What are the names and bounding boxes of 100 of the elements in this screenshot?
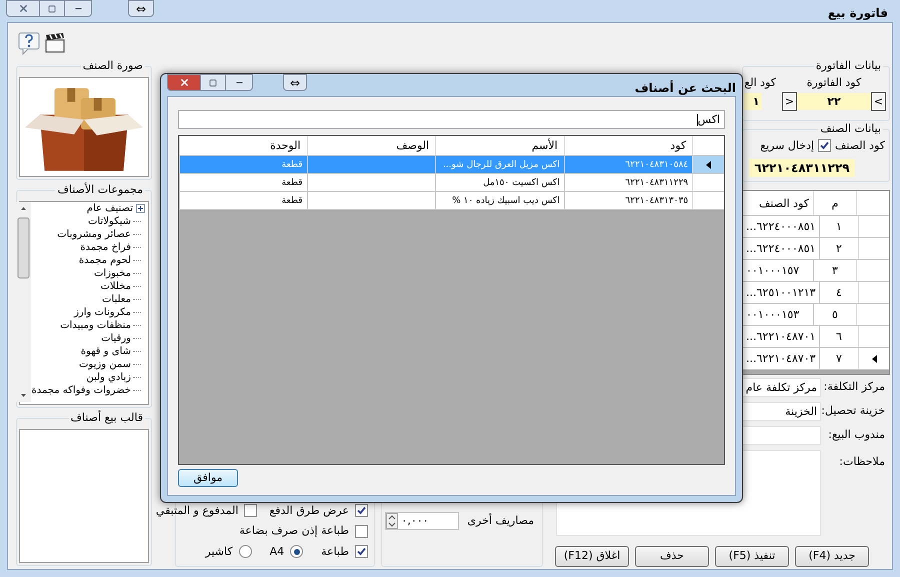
table-cell-text: ٦٢٢٤٠٠٠٨٥١...: [745, 219, 817, 236]
action-button[interactable]: تنفيذ (F5): [715, 546, 789, 567]
radio-label: A4: [270, 544, 284, 560]
maximize-button[interactable]: [40, 0, 64, 17]
checkbox-label: إدخال سريع: [760, 138, 814, 154]
tree-item[interactable]: لحوم مجمدة: [78, 254, 133, 267]
spinner-icon[interactable]: [386, 513, 398, 529]
close-button[interactable]: [6, 0, 40, 17]
result-row[interactable]: ٦٢٢١٠٤٨٣١١٢٢٩ اكس اكسيت ١٥٠مل قطعة: [179, 174, 724, 192]
scrollbar[interactable]: [16, 202, 32, 402]
table-cell: ٣: [813, 260, 856, 282]
column-header[interactable]: كود الصنف: [743, 191, 813, 216]
close-icon: [178, 77, 190, 88]
action-button[interactable]: اغلاق (F12): [555, 546, 629, 567]
tree-item[interactable]: مخللات: [100, 280, 133, 293]
maximize-button[interactable]: [201, 74, 225, 91]
table-cell-text: ٠٠١٠٠٠١٥٧: [745, 263, 800, 280]
number-field[interactable]: ٠,٠٠٠: [385, 512, 460, 530]
table-cell: ٦٢٢١٠٤٨٣١١٢٢٩: [564, 174, 692, 191]
checkbox-label: طباعة: [321, 544, 349, 560]
tree-item[interactable]: سمن وزيوت: [79, 358, 133, 371]
invoice-code-field[interactable]: ٢٢: [797, 93, 871, 110]
next-button[interactable]: >: [871, 92, 886, 111]
field-label: كود الع: [744, 75, 776, 91]
table-cell-text: ٦٢٥١٠٠١٢١٣...: [745, 285, 817, 302]
tree-item[interactable]: فراخ مجمدة: [80, 241, 133, 254]
maximize-icon: [48, 4, 56, 12]
checkbox-label: عرض طرق الدفع: [269, 502, 349, 519]
table-cell: ٥: [813, 304, 856, 326]
minimize-button[interactable]: [64, 0, 92, 17]
table-cell: ٢: [818, 238, 858, 260]
table-cell-text: ٦٢٢١٠٤٨٧٠٣...: [745, 351, 817, 368]
radio-label: كاشير: [205, 544, 233, 560]
tree-item[interactable]: مخبوزات: [94, 267, 133, 280]
field-label: مركز التكلفة:: [822, 379, 886, 396]
field-label: خزينة تحصيل:: [821, 403, 886, 420]
table-cell: ٦٢٢١٠٤٨٣١٠٥٨٤: [564, 156, 692, 173]
tree-item[interactable]: مكرونات وارز: [74, 306, 133, 319]
swap-button[interactable]: ⇔: [128, 0, 154, 17]
expand-icon[interactable]: [136, 204, 145, 213]
action-button[interactable]: جديد (F4): [795, 546, 869, 567]
table-cell-text: ٦٢٢٤٠٠٠٨٥١...: [745, 241, 817, 258]
column-header[interactable]: م: [813, 191, 856, 216]
checkbox[interactable]: [355, 545, 368, 558]
previous-button[interactable]: <: [782, 92, 797, 111]
clapperboard-icon[interactable]: [44, 32, 66, 54]
result-row[interactable]: ٦٢٢١٠٤٨٣١٣٠٣٥ اكس ديب اسبيك زياده ١٠ % قطعة: [179, 192, 724, 210]
tree-item[interactable]: منظفات ومبيدات: [60, 319, 133, 332]
action-button[interactable]: حذف: [635, 546, 709, 567]
field-label: ملاحظات:: [838, 454, 886, 470]
table-cell-text: ٦٢٢١٠٤٨٧٠١...: [745, 329, 817, 346]
ok-button[interactable]: موافق: [178, 469, 238, 487]
group-title: صورة الصنف: [80, 59, 145, 73]
checkbox-label: طباعة إذن صرف بضاعة: [239, 523, 349, 539]
radio-button[interactable]: [238, 545, 252, 558]
column-header[interactable]: الأسم: [435, 136, 564, 155]
tree-item[interactable]: زبادي ولبن: [86, 371, 133, 384]
item-code-field[interactable]: ٦٢٢١٠٤٨٣١١٢٢٩: [749, 159, 855, 177]
table-cell: قطعة: [179, 156, 307, 173]
table-cell: ٤: [818, 282, 858, 304]
group-title: قالب بيع أصناف: [68, 411, 145, 425]
checkbox[interactable]: [244, 504, 258, 518]
tree-item[interactable]: معلبات: [102, 293, 133, 306]
current-row-icon: [872, 354, 877, 363]
radio-button[interactable]: [290, 545, 304, 558]
minimize-button[interactable]: [225, 74, 253, 91]
table-cell-text: ٠٠١٠٠٠١٥٣: [745, 307, 800, 324]
text-field[interactable]: ١: [744, 93, 762, 110]
table-cell: قطعة: [179, 174, 307, 191]
field-label: كود الفاتورة: [806, 75, 862, 91]
search-field[interactable]: اكس: [178, 110, 725, 129]
column-header[interactable]: كود: [564, 136, 692, 155]
tree-item[interactable]: ورقيات: [101, 332, 133, 345]
table-cell: اكس مزيل العرق للرجال شو...: [435, 156, 564, 173]
column-header[interactable]: الوحدة: [179, 136, 307, 155]
table-cell: قطعة: [179, 192, 307, 209]
tree-item[interactable]: عصائر ومشروبات: [57, 228, 133, 241]
field-label: مندوب البيع:: [827, 427, 886, 444]
current-row-icon: [706, 160, 712, 168]
table-cell: اكس ديب اسبيك زياده ١٠ %: [435, 192, 564, 209]
close-icon: [18, 3, 28, 14]
swap-button[interactable]: ⇔: [283, 74, 307, 91]
help-icon[interactable]: [18, 30, 40, 54]
close-button[interactable]: [167, 74, 201, 91]
group-title: مجموعات الأصناف: [55, 183, 145, 197]
table-cell: ٦: [818, 326, 858, 348]
group-title: بيانات الصنف: [818, 122, 883, 136]
tree-item[interactable]: خضروات وفواكه مجمدة: [31, 384, 133, 397]
tree-item[interactable]: شيكولاتات: [88, 215, 133, 228]
window-title: فاتورة بيع: [828, 5, 888, 22]
checkbox[interactable]: [818, 139, 832, 152]
checkbox-label: المدفوع و المتبقي: [156, 502, 238, 519]
checkbox[interactable]: [355, 524, 368, 538]
tree-item[interactable]: شاى و قهوة: [80, 345, 133, 358]
dialog-title: البحث عن أصناف: [634, 79, 736, 97]
group-title: بيانات الفاتورة: [814, 59, 883, 73]
tree-item[interactable]: تصنيف عام: [86, 202, 136, 215]
column-header[interactable]: الوصف: [306, 136, 436, 155]
checkbox[interactable]: [355, 504, 368, 518]
table-cell: ١: [818, 216, 858, 238]
